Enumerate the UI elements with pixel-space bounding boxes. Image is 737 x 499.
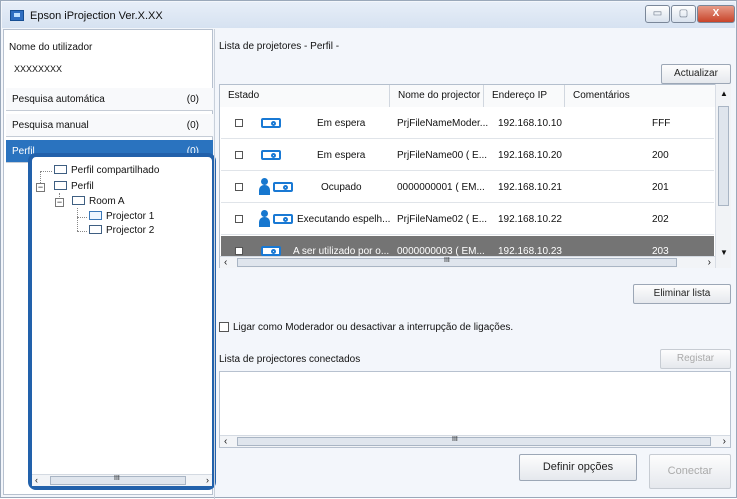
auto-search-count: (0) xyxy=(186,94,199,105)
scroll-right-icon[interactable]: › xyxy=(206,475,209,485)
collapse-profile-icon[interactable]: − xyxy=(36,183,45,192)
row-checkbox[interactable] xyxy=(235,183,243,191)
manual-search-item[interactable]: Pesquisa manual (0) xyxy=(6,114,213,137)
projector-icon xyxy=(271,180,295,194)
window-title: Epson iProjection Ver.X.XX xyxy=(30,10,163,22)
moderator-checkbox[interactable] xyxy=(219,322,229,332)
connected-list-title: Lista de projectores conectados xyxy=(219,354,361,365)
scroll-right-icon[interactable]: › xyxy=(723,436,726,447)
title-bar[interactable]: Epson iProjection Ver.X.XX ▭ ▢ X xyxy=(2,2,735,28)
close-icon[interactable]: X xyxy=(697,5,735,23)
row-name: PrjFileName02 ( E... xyxy=(397,214,488,225)
epson-app-icon xyxy=(10,10,24,21)
row-ip: 192.168.10.21 xyxy=(498,182,562,193)
row-name: PrjFileNameModer... xyxy=(397,118,489,129)
projector-list-title: Lista de projetores - Perfil - xyxy=(219,41,340,52)
manual-search-label: Pesquisa manual xyxy=(12,120,89,131)
list-horizontal-scrollbar[interactable]: ‹ III › xyxy=(220,256,715,268)
profile-tree[interactable]: Perfil compartilhado − Perfil − Room A P… xyxy=(28,153,216,490)
projector-row[interactable]: Executando espelh... PrjFileName02 ( E..… xyxy=(221,204,714,235)
connected-scroll-thumb[interactable] xyxy=(237,437,711,446)
scroll-left-icon[interactable]: ‹ xyxy=(35,475,38,485)
user-icon xyxy=(259,178,270,196)
connected-scroll-grip: III xyxy=(452,436,458,443)
list-scroll-thumb[interactable] xyxy=(237,258,677,267)
column-state[interactable]: Estado xyxy=(220,85,390,107)
moderator-label: Ligar como Moderador ou desactivar a int… xyxy=(233,322,514,333)
row-checkbox[interactable] xyxy=(235,119,243,127)
row-comment: 202 xyxy=(652,214,669,225)
projector-row[interactable]: Em espera PrjFileNameModer... 192.168.10… xyxy=(221,108,714,139)
row-ip: 192.168.10.20 xyxy=(498,150,562,161)
panel-divider[interactable] xyxy=(214,29,215,499)
auto-search-item[interactable]: Pesquisa automática (0) xyxy=(6,88,213,111)
row-checkbox[interactable] xyxy=(235,247,243,255)
column-ip-address[interactable]: Endereço IP xyxy=(484,85,565,107)
folder-icon xyxy=(72,196,85,205)
row-comment: 201 xyxy=(652,182,669,193)
maximize-icon[interactable]: ▢ xyxy=(671,5,696,23)
row-state: Ocupado xyxy=(321,182,362,193)
refresh-button[interactable]: Actualizar xyxy=(661,64,731,84)
projector-row[interactable]: Em espera PrjFileName00 ( E... 192.168.1… xyxy=(221,140,714,171)
tree-scroll-grip: III xyxy=(114,475,120,482)
scroll-left-icon[interactable]: ‹ xyxy=(224,436,227,447)
vertical-scroll-thumb[interactable] xyxy=(718,106,729,206)
projector-row[interactable]: Ocupado 0000000001 ( EM... 192.168.10.21… xyxy=(221,172,714,203)
tree-item-room-a[interactable]: Room A xyxy=(72,196,125,207)
row-state: Em espera xyxy=(317,118,366,129)
column-projector-name[interactable]: Nome do projector xyxy=(390,85,484,107)
register-button[interactable]: Registar xyxy=(660,349,731,369)
manual-search-count: (0) xyxy=(186,120,199,131)
folder-icon xyxy=(54,181,67,190)
tree-item-projector-1[interactable]: Projector 1 xyxy=(89,211,154,222)
row-ip: 192.168.10.22 xyxy=(498,214,562,225)
folder-icon xyxy=(89,225,102,234)
auto-search-label: Pesquisa automática xyxy=(12,94,105,105)
minimize-icon[interactable]: ▭ xyxy=(645,5,670,23)
scroll-left-icon[interactable]: ‹ xyxy=(224,257,227,268)
column-comments[interactable]: Comentários xyxy=(565,85,718,107)
user-icon xyxy=(259,210,270,228)
delete-list-button[interactable]: Eliminar lista xyxy=(633,284,731,304)
row-checkbox[interactable] xyxy=(235,151,243,159)
scroll-right-icon[interactable]: › xyxy=(708,257,711,268)
row-checkbox[interactable] xyxy=(235,215,243,223)
scroll-down-icon[interactable]: ▼ xyxy=(720,248,728,257)
row-comment: 200 xyxy=(652,150,669,161)
list-vertical-scrollbar[interactable]: ▲ ▼ xyxy=(715,84,731,268)
tree-item-shared-profile[interactable]: Perfil compartilhado xyxy=(54,165,159,176)
collapse-room-icon[interactable]: − xyxy=(55,198,64,207)
mirroring-projector-icon xyxy=(271,212,295,226)
projector-icon xyxy=(259,116,283,130)
tree-item-projector-2[interactable]: Projector 2 xyxy=(89,225,154,236)
row-ip: 192.168.10.10 xyxy=(498,118,562,129)
scroll-up-icon[interactable]: ▲ xyxy=(720,89,728,98)
app-window: Epson iProjection Ver.X.XX ▭ ▢ X Nome do… xyxy=(0,0,737,499)
row-comment: FFF xyxy=(652,118,671,129)
tree-horizontal-scrollbar[interactable]: ‹ III › xyxy=(32,474,212,486)
open-folder-icon xyxy=(89,211,102,220)
projector-list-table[interactable]: Estado Nome do projector Endereço IP Com… xyxy=(219,84,731,268)
tree-item-profile[interactable]: Perfil xyxy=(54,181,94,192)
connect-button[interactable]: Conectar xyxy=(649,454,731,489)
row-state: Em espera xyxy=(317,150,366,161)
projector-icon xyxy=(259,148,283,162)
row-name: PrjFileName00 ( E... xyxy=(397,150,488,161)
row-name: 0000000001 ( EM... xyxy=(397,182,485,193)
row-state: Executando espelh... xyxy=(297,214,391,225)
list-scroll-grip: III xyxy=(444,257,450,264)
set-options-button[interactable]: Definir opções xyxy=(519,454,637,481)
connected-projector-list[interactable]: ‹ III › xyxy=(219,371,731,448)
user-name-value: XXXXXXXX xyxy=(14,64,63,74)
connected-horizontal-scrollbar[interactable]: ‹ III › xyxy=(220,435,730,447)
folder-icon xyxy=(54,165,67,174)
user-name-label: Nome do utilizador xyxy=(9,42,93,53)
